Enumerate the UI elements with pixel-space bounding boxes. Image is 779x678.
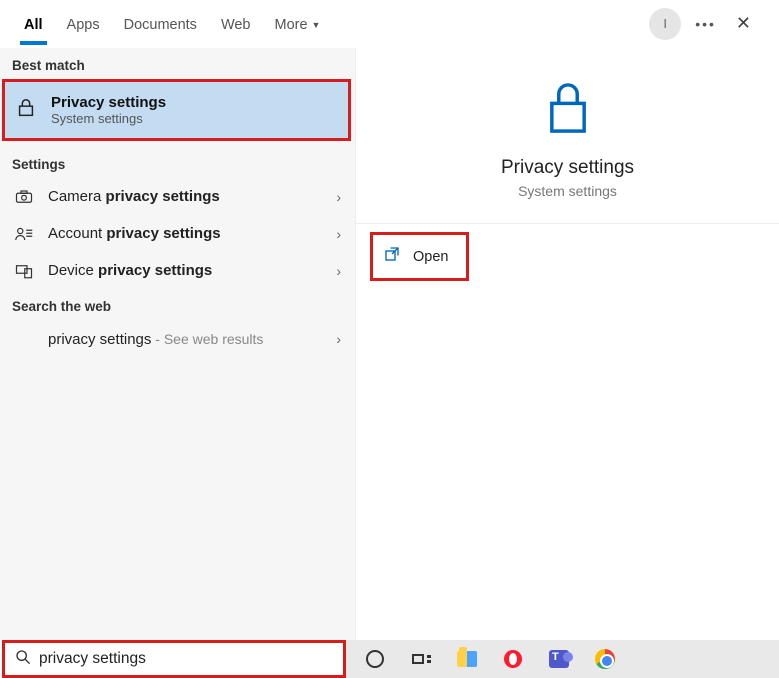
settings-row-account[interactable]: Account privacy settings › xyxy=(0,215,355,252)
section-search-web: Search the web xyxy=(0,289,355,320)
search-box-highlight xyxy=(2,640,346,678)
preview-title: Privacy settings xyxy=(501,157,634,179)
search-icon xyxy=(15,649,31,670)
more-options-icon[interactable]: ••• xyxy=(695,16,716,32)
preview-header: Privacy settings System settings xyxy=(356,48,779,224)
close-icon[interactable]: ✕ xyxy=(730,9,757,38)
task-view-icon[interactable] xyxy=(410,648,432,670)
device-icon xyxy=(14,263,34,279)
open-external-icon xyxy=(383,245,401,268)
web-result-text: privacy settings - See web results xyxy=(48,331,322,348)
settings-row-camera[interactable]: Camera privacy settings › xyxy=(0,178,355,215)
account-icon xyxy=(14,226,34,242)
cortana-icon[interactable] xyxy=(364,648,386,670)
best-match-result[interactable]: Privacy settings System settings xyxy=(5,82,348,138)
tab-apps[interactable]: Apps xyxy=(55,5,112,43)
camera-icon xyxy=(14,190,34,204)
tabbar-actions: I ••• ✕ xyxy=(649,8,771,40)
taskbar xyxy=(346,640,779,678)
chevron-right-icon: › xyxy=(336,331,341,347)
tab-web[interactable]: Web xyxy=(209,5,263,43)
user-avatar[interactable]: I xyxy=(649,8,681,40)
file-explorer-icon[interactable] xyxy=(456,648,478,670)
web-result-row[interactable]: • privacy settings - See web results › xyxy=(0,320,355,358)
open-label: Open xyxy=(413,249,448,265)
search-body: Best match Privacy settings System setti… xyxy=(0,48,779,640)
tab-documents[interactable]: Documents xyxy=(112,5,209,43)
best-match-title: Privacy settings xyxy=(51,94,166,111)
settings-row-device[interactable]: Device privacy settings › xyxy=(0,252,355,289)
opera-icon[interactable] xyxy=(502,648,524,670)
tab-all[interactable]: All xyxy=(12,5,55,43)
chevron-right-icon: › xyxy=(336,226,341,242)
settings-row-device-text: Device privacy settings xyxy=(48,262,322,279)
chrome-icon[interactable] xyxy=(594,648,616,670)
teams-icon[interactable] xyxy=(548,648,570,670)
open-button[interactable]: Open xyxy=(373,235,466,278)
preview-subtitle: System settings xyxy=(518,183,617,199)
best-match-texts: Privacy settings System settings xyxy=(51,94,166,126)
chevron-right-icon: › xyxy=(336,263,341,279)
results-pane: Best match Privacy settings System setti… xyxy=(0,48,356,640)
search-input[interactable] xyxy=(39,650,335,668)
tab-more-label: More xyxy=(275,17,308,33)
tab-more[interactable]: More ▼ xyxy=(263,5,333,43)
preview-actions: Open xyxy=(356,224,779,289)
lock-icon xyxy=(15,97,37,124)
best-match-subtitle: System settings xyxy=(51,111,166,126)
section-settings: Settings xyxy=(0,147,355,178)
preview-pane: Privacy settings System settings Open xyxy=(356,48,779,640)
section-best-match: Best match xyxy=(0,48,355,79)
settings-row-account-text: Account privacy settings xyxy=(48,225,322,242)
search-tabbar: All Apps Documents Web More ▼ I ••• ✕ xyxy=(0,0,779,48)
chevron-right-icon: › xyxy=(336,189,341,205)
search-tabs: All Apps Documents Web More ▼ xyxy=(0,5,332,43)
best-match-highlight: Privacy settings System settings xyxy=(2,79,351,141)
lock-icon xyxy=(540,78,596,143)
open-highlight: Open xyxy=(370,232,469,281)
chevron-down-icon: ▼ xyxy=(312,20,321,30)
bottom-bar xyxy=(0,640,779,678)
settings-row-camera-text: Camera privacy settings xyxy=(48,188,322,205)
